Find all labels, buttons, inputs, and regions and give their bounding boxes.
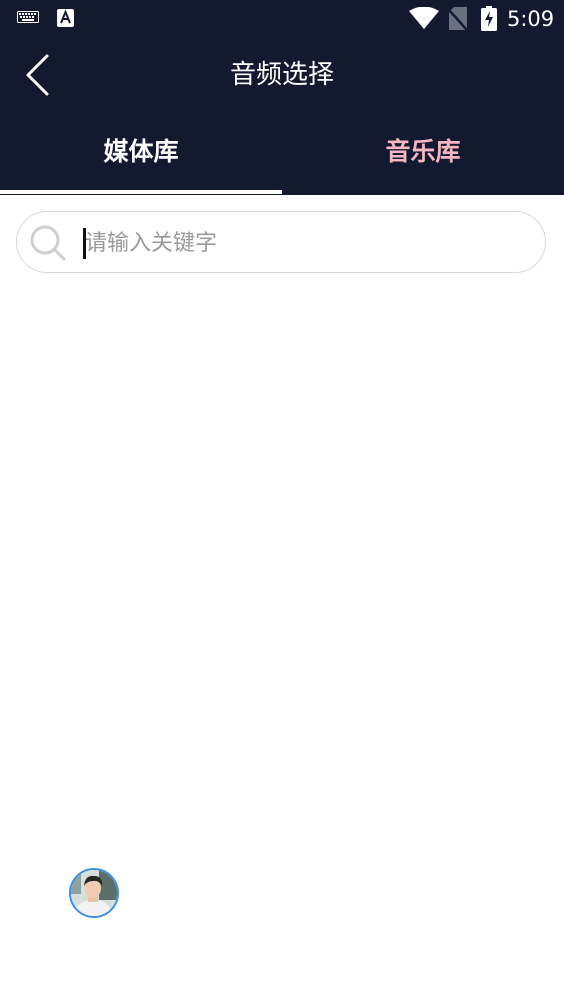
screen: 5:09 音频选择 媒体库 音乐库 (0, 0, 564, 1002)
no-sim-icon (449, 7, 467, 30)
search-box[interactable] (16, 211, 546, 273)
active-tab-indicator (0, 190, 282, 194)
search-icon (30, 225, 66, 261)
keyboard-icon (17, 11, 39, 23)
user-avatar (71, 870, 117, 916)
search-input[interactable] (83, 222, 525, 264)
page-title: 音频选择 (229, 60, 334, 90)
status-bar: 5:09 (0, 0, 564, 38)
tab-media-library[interactable]: 媒体库 (0, 128, 282, 176)
battery-charging-icon (481, 6, 497, 31)
wifi-icon (409, 7, 439, 29)
text-cursor (83, 228, 86, 259)
tab-music-library[interactable]: 音乐库 (282, 128, 564, 176)
a-text-icon (57, 9, 74, 27)
status-time: 5:09 (507, 7, 555, 31)
floating-avatar-button[interactable] (69, 868, 119, 918)
